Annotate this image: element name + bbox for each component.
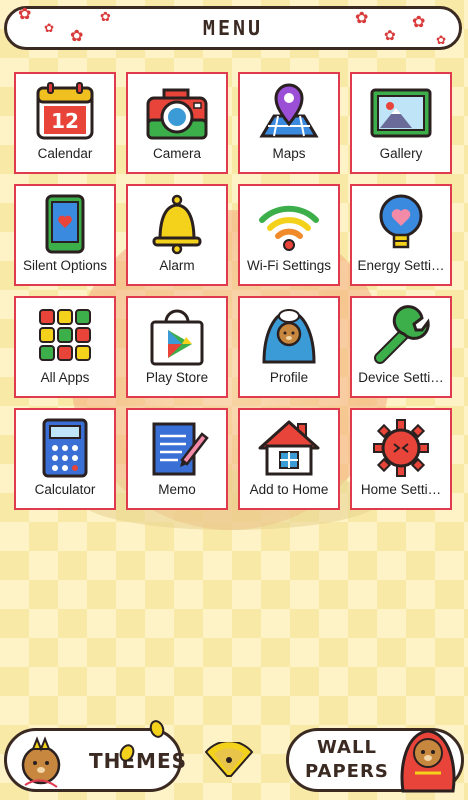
tile-energy-settings[interactable]: Energy Setti… xyxy=(350,184,452,286)
tile-calculator[interactable]: Calculator xyxy=(14,408,116,510)
tile-gallery[interactable]: Gallery xyxy=(350,72,452,174)
wifi-icon xyxy=(259,205,319,251)
tile-label: Memo xyxy=(158,482,196,497)
flower-icon: ✿ xyxy=(412,12,426,31)
calendar-day: 12 xyxy=(51,109,79,133)
tile-alarm[interactable]: Alarm xyxy=(126,184,228,286)
page-title: MENU xyxy=(202,16,264,40)
wrench-icon xyxy=(374,305,430,364)
fan-icon xyxy=(204,742,254,777)
tile-label: Camera xyxy=(152,146,201,161)
hooded-character-icon xyxy=(262,309,316,364)
tile-maps[interactable]: Maps xyxy=(238,72,340,174)
flower-icon: ✿ xyxy=(436,33,447,47)
calendar-icon: 12 xyxy=(36,82,94,140)
flower-icon: ✿ xyxy=(355,8,369,27)
tile-label: Play Store xyxy=(145,370,209,385)
flower-icon: ✿ xyxy=(100,10,111,25)
tile-silent-options[interactable]: Silent Options xyxy=(14,184,116,286)
calculator-icon xyxy=(42,418,88,478)
tile-label: Device Setti… xyxy=(358,370,444,385)
wallpapers-label-line2: PAPERS xyxy=(305,761,389,782)
tile-device-settings[interactable]: Device Setti… xyxy=(350,296,452,398)
tile-label: Calculator xyxy=(34,482,96,497)
gallery-icon xyxy=(370,88,432,138)
bell-icon xyxy=(152,194,202,255)
lightbulb-heart-icon xyxy=(379,194,423,249)
flower-icon: ✿ xyxy=(384,28,396,44)
tile-label: Silent Options xyxy=(22,258,108,273)
tile-label: Wi-Fi Settings xyxy=(246,258,331,273)
tile-label: Add to Home xyxy=(249,482,329,497)
gear-icon xyxy=(373,419,429,477)
memo-pencil-icon xyxy=(152,422,209,476)
tile-calendar[interactable]: 12 Calendar xyxy=(14,72,116,174)
tile-profile[interactable]: Profile xyxy=(238,296,340,398)
tile-label: Profile xyxy=(269,370,309,385)
camera-icon xyxy=(146,88,208,140)
wallpapers-label-line1: WALL xyxy=(317,737,377,758)
themes-label: THEMES xyxy=(89,749,188,773)
phone-heart-icon xyxy=(45,194,85,254)
flower-icon: ✿ xyxy=(70,26,84,45)
map-pin-icon xyxy=(259,83,319,138)
tile-label: Alarm xyxy=(159,258,195,273)
mascot-icon xyxy=(21,736,61,788)
app-grid: 12 Calendar Camera Maps Gallery Silent O… xyxy=(14,72,456,510)
grid-apps-icon xyxy=(39,309,91,361)
tile-label: Energy Setti… xyxy=(357,258,445,273)
flower-icon: ✿ xyxy=(18,4,32,23)
wallpapers-button[interactable]: WALL PAPERS xyxy=(286,728,464,793)
tile-all-apps[interactable]: All Apps xyxy=(14,296,116,398)
tile-label: Maps xyxy=(272,146,306,161)
flower-icon: ✿ xyxy=(44,21,55,35)
house-icon xyxy=(258,420,320,476)
tile-memo[interactable]: Memo xyxy=(126,408,228,510)
tile-wifi-settings[interactable]: Wi-Fi Settings xyxy=(238,184,340,286)
tile-home-settings[interactable]: Home Setti… xyxy=(350,408,452,510)
tile-camera[interactable]: Camera xyxy=(126,72,228,174)
tile-label: Gallery xyxy=(379,146,423,161)
tile-play-store[interactable]: Play Store xyxy=(126,296,228,398)
tile-label: All Apps xyxy=(40,370,90,385)
tile-label: Calendar xyxy=(37,146,93,161)
tile-add-to-home[interactable]: Add to Home xyxy=(238,408,340,510)
daruma-icon xyxy=(400,729,456,793)
tile-label: Home Setti… xyxy=(360,482,442,497)
play-store-bag-icon xyxy=(150,309,204,366)
